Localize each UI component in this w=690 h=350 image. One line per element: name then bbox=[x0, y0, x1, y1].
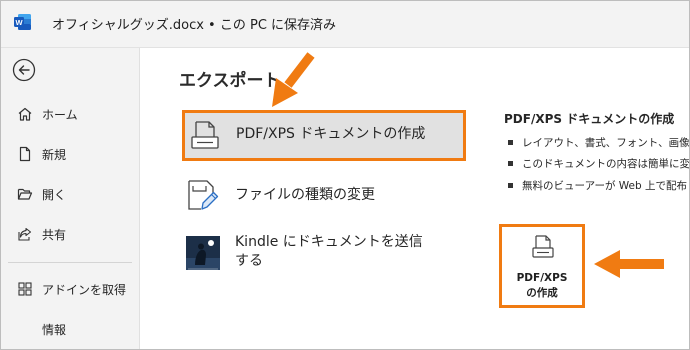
change-file-type-icon bbox=[188, 180, 219, 210]
option-label: ファイルの種類の変更 bbox=[235, 187, 375, 203]
sidebar-item-get-addins[interactable]: アドインを取得 bbox=[0, 272, 139, 306]
share-icon bbox=[18, 227, 32, 241]
back-arrow-icon[interactable] bbox=[12, 58, 36, 82]
create-button-line2: の作成 bbox=[526, 287, 558, 299]
folder-open-icon bbox=[17, 188, 33, 200]
svg-text:W: W bbox=[15, 18, 23, 27]
sidebar-item-open[interactable]: 開く bbox=[0, 177, 139, 211]
detail-title: PDF/XPS ドキュメントの作成 bbox=[504, 112, 675, 126]
pdf-document-icon bbox=[191, 121, 219, 149]
option-label: Kindle にドキュメントを送信する bbox=[235, 234, 423, 269]
title-bar: W オフィシャルグッズ.docx • この PC に保存済み bbox=[0, 0, 690, 48]
arrow-left-icon bbox=[594, 250, 664, 278]
document-title: オフィシャルグッズ.docx • この PC に保存済み bbox=[52, 18, 337, 33]
detail-bullet: レイアウト、書式、フォント、画像が bbox=[508, 135, 690, 150]
sidebar-divider bbox=[8, 262, 132, 263]
addin-grid-icon bbox=[18, 282, 32, 296]
sidebar-item-share[interactable]: 共有 bbox=[0, 217, 139, 251]
pdf-document-icon bbox=[532, 235, 554, 258]
pdf-detail-panel: PDF/XPS ドキュメントの作成 レイアウト、書式、フォント、画像が このドキ… bbox=[504, 110, 690, 210]
detail-bullet: 無料のビューアーが Web 上で配布 bbox=[508, 178, 687, 193]
bullet-text: このドキュメントの内容は簡単に変 bbox=[522, 158, 690, 170]
export-pane: エクスポート PDF/XPS ドキュメントの作成 ファイルの種類の変更 Kind… bbox=[141, 48, 690, 350]
sidebar-item-home[interactable]: ホーム bbox=[0, 97, 139, 131]
sidebar-item-label: 共有 bbox=[42, 228, 67, 242]
option-label: PDF/XPS ドキュメントの作成 bbox=[236, 126, 426, 142]
sidebar-item-label: 開く bbox=[42, 188, 67, 202]
new-document-icon bbox=[19, 146, 31, 162]
option-send-to-kindle[interactable]: Kindle にドキュメントを送信する bbox=[182, 230, 466, 276]
sidebar-item-label: アドインを取得 bbox=[42, 283, 127, 297]
backstage-sidebar: ホーム 新規 開く 共有 アドインを取得 情報 bbox=[0, 48, 140, 350]
word-icon[interactable]: W bbox=[14, 13, 32, 31]
create-button-line1: PDF/XPS bbox=[516, 272, 568, 284]
sidebar-item-label: 情報 bbox=[42, 323, 67, 337]
sidebar-item-label: 新規 bbox=[42, 148, 67, 162]
create-pdf-xps-button[interactable]: PDF/XPS の作成 bbox=[499, 224, 585, 308]
bullet-text: 無料のビューアーが Web 上で配布 bbox=[522, 180, 688, 192]
sidebar-item-new[interactable]: 新規 bbox=[0, 137, 139, 171]
sidebar-item-info[interactable]: 情報 bbox=[0, 312, 139, 346]
bullet-text: レイアウト、書式、フォント、画像が bbox=[522, 137, 690, 149]
create-button-label: PDF/XPS の作成 bbox=[502, 271, 582, 301]
option-create-pdf-xps[interactable]: PDF/XPS ドキュメントの作成 bbox=[182, 110, 466, 161]
home-icon bbox=[18, 107, 32, 121]
option-change-file-type[interactable]: ファイルの種類の変更 bbox=[182, 177, 466, 213]
sidebar-item-label: ホーム bbox=[42, 108, 78, 122]
arrow-down-left-icon bbox=[272, 52, 315, 107]
detail-bullet: このドキュメントの内容は簡単に変 bbox=[508, 156, 690, 171]
kindle-reader-icon bbox=[186, 236, 220, 270]
